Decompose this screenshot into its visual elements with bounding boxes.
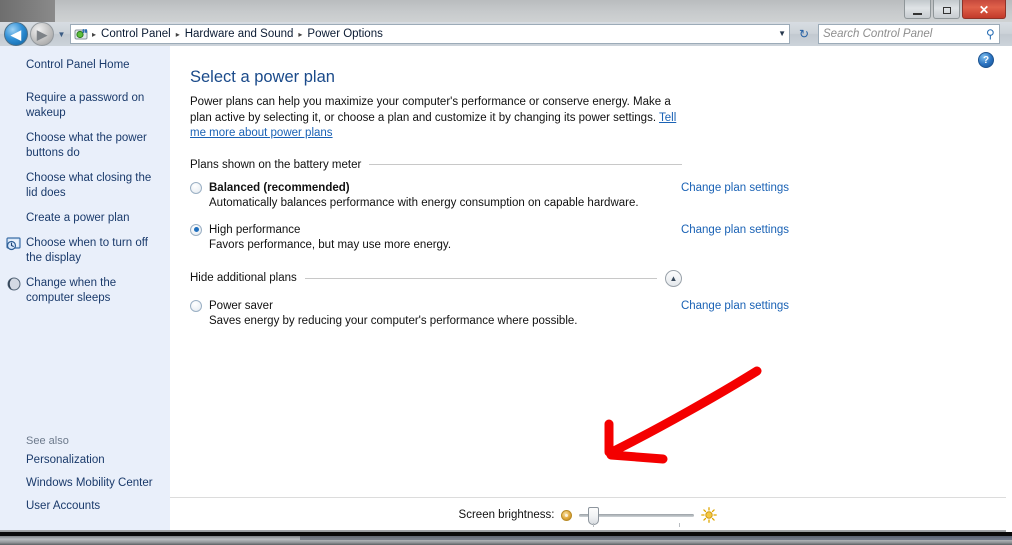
sidebar-item-user-accounts[interactable]: User Accounts <box>0 499 170 514</box>
brightness-tick-right <box>679 523 681 527</box>
moon-sleep-icon <box>6 276 22 292</box>
group-title-battery-meter: Plans shown on the battery meter <box>190 158 362 171</box>
navigation-bar: ◀ ▶ ▼ ▸ Control Panel ▸ Hardware and Sou… <box>0 22 1012 46</box>
content-inner: Select a power plan Power plans can help… <box>170 46 1006 327</box>
chevron-up-icon: ▲ <box>669 273 678 283</box>
sidebar-item-windows-mobility-center[interactable]: Windows Mobility Center <box>0 476 170 491</box>
brightness-label: Screen brightness: <box>458 509 555 521</box>
intro-text: Power plans can help you maximize your c… <box>190 96 671 124</box>
breadcrumb-dropdown-icon[interactable]: ▼ <box>778 29 786 38</box>
sidebar: Control Panel Home Require a password on… <box>0 46 170 532</box>
plan-power-saver-change-settings-link[interactable]: Change plan settings <box>681 300 789 312</box>
plan-power-saver[interactable]: Power saver Saves energy by reducing you… <box>190 299 789 327</box>
plan-high-performance-name: High performance <box>209 223 301 236</box>
plan-high-performance-description: Favors performance, but may use more ene… <box>209 238 452 251</box>
window-controls: ✕ <box>904 0 1006 19</box>
close-button[interactable]: ✕ <box>962 0 1006 19</box>
plan-balanced-description: Automatically balances performance with … <box>209 196 639 209</box>
group-header-additional-plans: Hide additional plans ▲ <box>190 269 682 287</box>
forward-arrow-icon: ▶ <box>37 26 47 42</box>
plan-balanced-radio[interactable] <box>190 181 202 194</box>
plan-balanced-name: Balanced (recommended) <box>209 181 350 194</box>
content-pane: ? Select a power plan Power plans can he… <box>170 46 1006 532</box>
group-header-battery-meter: Plans shown on the battery meter <box>190 159 682 171</box>
screen-root: ✕ ◀ ▶ ▼ ▸ Control Panel ▸ Hardware and S… <box>0 0 1012 545</box>
taskbar-blue-tint <box>300 536 1012 540</box>
sidebar-item-control-panel-home[interactable]: Control Panel Home <box>0 58 170 73</box>
sidebar-item-require-password-on-wakeup[interactable]: Require a password on wakeup <box>0 91 170 121</box>
bright-sun-icon <box>701 507 718 523</box>
breadcrumb[interactable]: ▸ Control Panel ▸ Hardware and Sound ▸ P… <box>70 24 790 44</box>
sidebar-item-turn-off-display-label: Choose when to turn off the display <box>26 237 148 264</box>
display-clock-icon <box>6 236 22 252</box>
sidebar-item-personalization[interactable]: Personalization <box>0 453 170 468</box>
group-title-additional-plans: Hide additional plans <box>190 272 297 284</box>
maximize-icon <box>942 7 951 14</box>
search-icon: ⚲ <box>986 27 995 41</box>
plan-power-saver-row[interactable]: Power saver <box>190 299 682 312</box>
back-button[interactable]: ◀ <box>4 22 28 46</box>
title-bar: ✕ <box>55 0 1012 22</box>
plan-power-saver-description: Saves energy by reducing your computer's… <box>209 314 578 327</box>
plan-high-performance[interactable]: High performance Favors performance, but… <box>190 223 789 251</box>
sidebar-item-computer-sleeps-label: Change when the computer sleeps <box>26 277 117 304</box>
sidebar-item-turn-off-display[interactable]: Choose when to turn off the display <box>0 236 170 266</box>
search-input[interactable]: Search Control Panel <box>823 28 986 40</box>
dim-sun-icon <box>561 509 573 521</box>
minimize-button[interactable] <box>904 0 931 19</box>
intro-paragraph: Power plans can help you maximize your c… <box>190 95 682 142</box>
help-button[interactable]: ? <box>978 52 994 68</box>
page-title: Select a power plan <box>190 68 335 86</box>
plan-balanced-change-settings-link[interactable]: Change plan settings <box>681 182 789 194</box>
plan-power-saver-name: Power saver <box>209 299 273 312</box>
back-arrow-icon: ◀ <box>11 26 21 42</box>
minimize-icon <box>913 13 922 15</box>
refresh-button[interactable]: ↻ <box>794 27 814 41</box>
window-body: Control Panel Home Require a password on… <box>0 46 1006 532</box>
see-also-section: See also Personalization Windows Mobilit… <box>0 435 170 522</box>
breadcrumb-item-control-panel[interactable]: Control Panel <box>97 28 175 40</box>
plan-power-saver-radio[interactable] <box>190 299 202 312</box>
brightness-tick-left <box>593 523 595 527</box>
plan-high-performance-change-settings-link[interactable]: Change plan settings <box>681 224 789 236</box>
plan-high-performance-radio[interactable] <box>190 223 202 236</box>
forward-button[interactable]: ▶ <box>30 22 54 46</box>
see-also-heading: See also <box>26 435 69 447</box>
plan-high-performance-row[interactable]: High performance <box>190 223 682 236</box>
brightness-slider[interactable] <box>579 504 695 527</box>
plan-balanced-row[interactable]: Balanced (recommended) <box>190 181 682 194</box>
desktop-left-edge <box>0 0 55 22</box>
control-panel-icon <box>74 27 89 42</box>
sidebar-item-create-a-power-plan[interactable]: Create a power plan <box>0 211 170 226</box>
breadcrumb-item-hardware-and-sound[interactable]: Hardware and Sound <box>181 28 298 40</box>
maximize-button[interactable] <box>933 0 960 19</box>
plan-balanced[interactable]: Balanced (recommended) Automatically bal… <box>190 181 789 209</box>
brightness-bar: Screen brightness: <box>170 498 1006 532</box>
sidebar-item-computer-sleeps[interactable]: Change when the computer sleeps <box>0 276 170 306</box>
group-rule-1 <box>304 277 657 279</box>
breadcrumb-item-power-options[interactable]: Power Options <box>303 28 386 40</box>
sidebar-item-power-buttons-do[interactable]: Choose what the power buttons do <box>0 131 170 161</box>
collapse-additional-plans-button[interactable]: ▲ <box>665 269 682 287</box>
close-icon: ✕ <box>978 3 990 17</box>
group-rule-0 <box>369 164 682 165</box>
search-box[interactable]: Search Control Panel ⚲ <box>818 24 1000 44</box>
history-dropdown-button[interactable]: ▼ <box>56 30 67 39</box>
sidebar-item-closing-the-lid[interactable]: Choose what closing the lid does <box>0 171 170 201</box>
